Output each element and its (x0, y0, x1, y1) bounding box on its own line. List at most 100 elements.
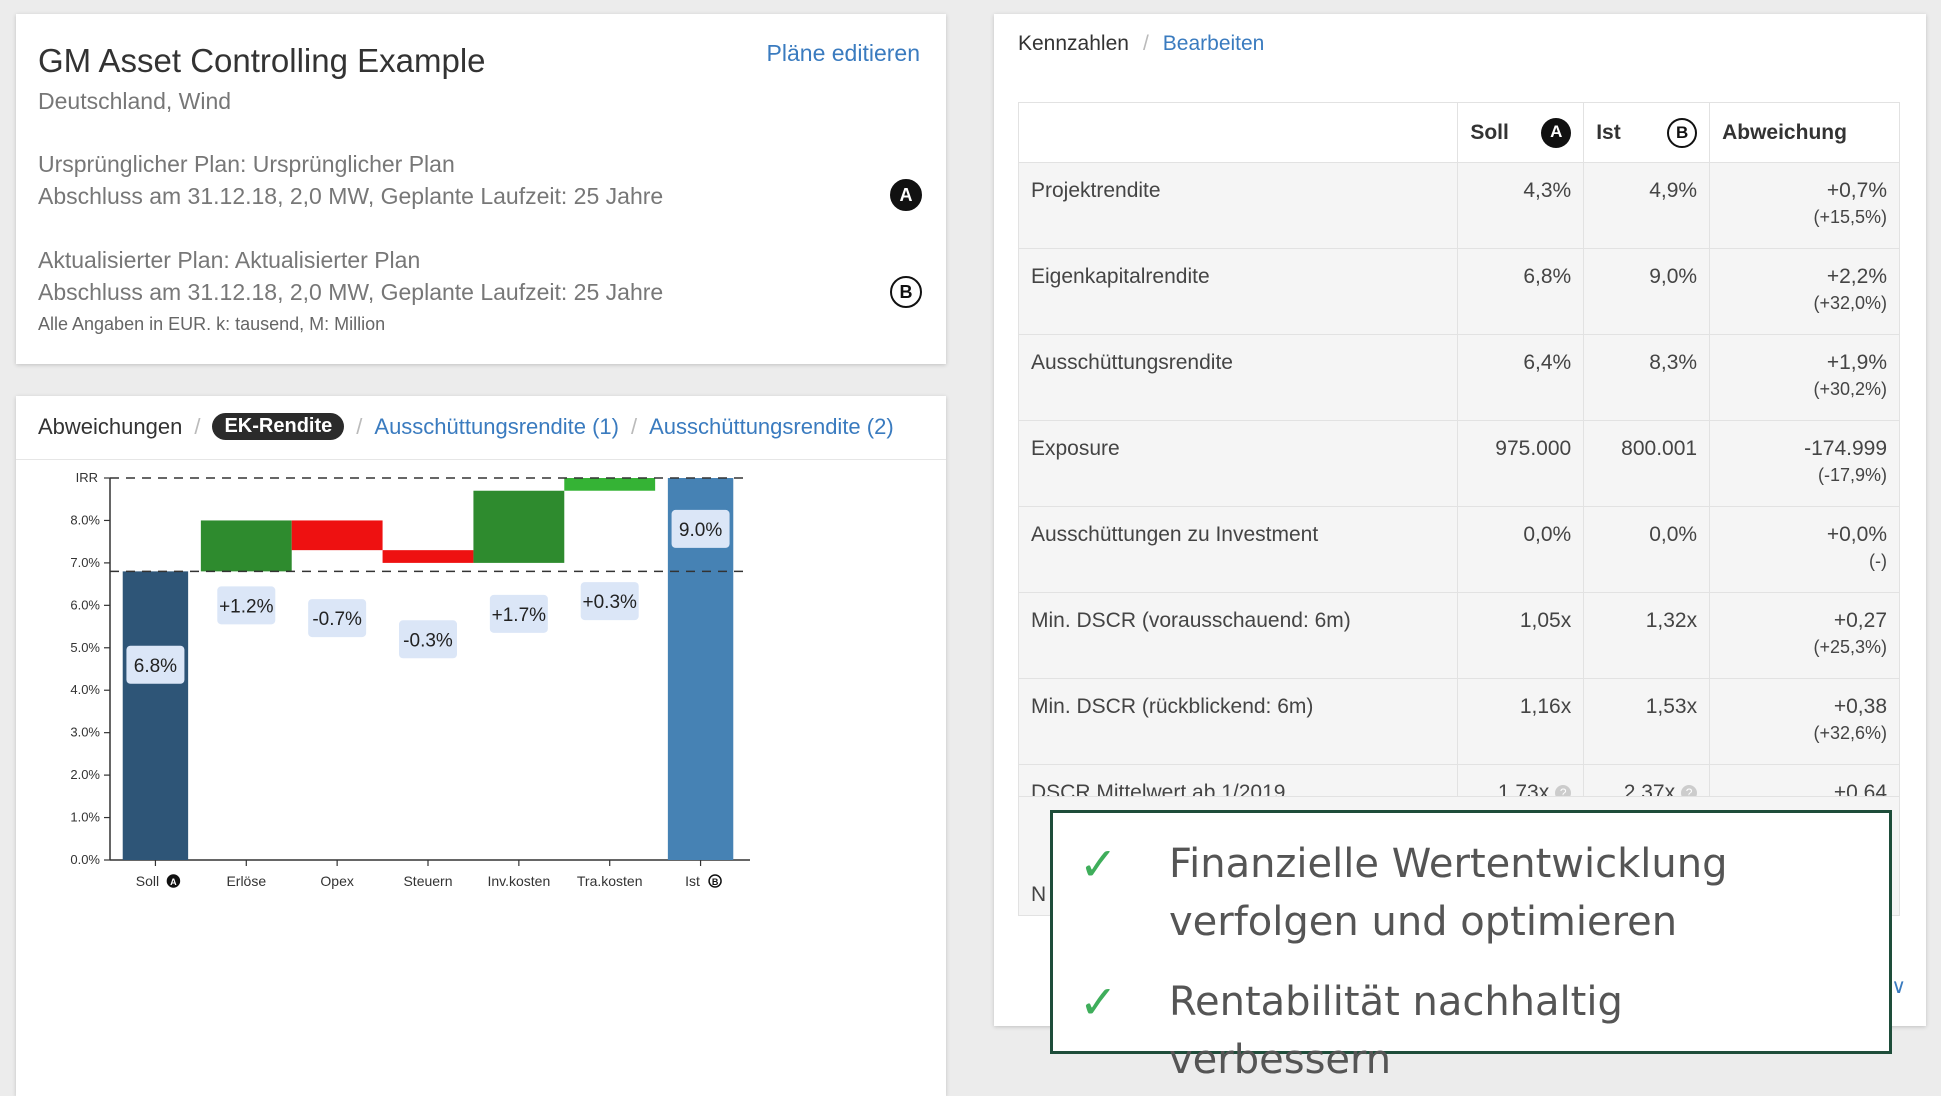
kpi-deviation: +0,0% (-) (1709, 506, 1900, 593)
x-tick-label: Inv.kosten (487, 873, 550, 889)
partial-row-label: N (1031, 883, 1047, 906)
waterfall-bar (473, 490, 565, 563)
plan-info-panel: GM Asset Controlling Example Deutschland… (16, 14, 946, 364)
data-label: +1.7% (492, 605, 547, 626)
waterfall-bar (200, 520, 292, 572)
chart-tabs: Abweichungen / EK-Rendite / Ausschüttung… (38, 413, 894, 440)
x-tick-label: Soll (136, 873, 159, 889)
x-tick-label: Tra.kosten (577, 873, 643, 889)
deviation-percent: (+30,2%) (1813, 379, 1887, 399)
waterfall-bar (382, 550, 474, 563)
tab-ausschuettungsrendite-1[interactable]: Ausschüttungsrendite (1) (374, 414, 619, 440)
kpi-ist: 1,53x (1583, 678, 1711, 765)
kpi-soll: 1,16x (1457, 678, 1585, 765)
header-soll-label: Soll (1470, 120, 1509, 144)
table-row: Min. DSCR (vorausschauend: 6m) 1,05x 1,3… (1017, 592, 1900, 679)
breadcrumb-label: Kennzahlen (1018, 32, 1129, 55)
header-soll: Soll A (1457, 102, 1585, 163)
page-title: GM Asset Controlling Example (38, 42, 486, 79)
kpi-name: Min. DSCR (rückblickend: 6m) (1017, 678, 1459, 765)
tab-separator: / (194, 413, 201, 439)
tab-separator: / (356, 413, 363, 439)
deviation-value: +0,7% (1826, 179, 1887, 202)
header-ist: Ist B (1583, 102, 1711, 163)
benefits-callout: ✓ Finanzielle Wertentwicklung verfolgen … (1050, 810, 1892, 1083)
benefit-item: ✓ Rentabilität nachhaltig verbessern (1079, 973, 1849, 1089)
deviation-percent: (+25,3%) (1813, 637, 1887, 657)
table-row: Ausschüttungsrendite 6,4% 8,3% +1,9% (+3… (1017, 334, 1900, 421)
kpi-deviation: +0,7% (+15,5%) (1709, 162, 1900, 249)
tab-ek-rendite[interactable]: EK-Rendite (212, 413, 345, 440)
y-tick-label: 7.0% (70, 555, 100, 570)
waterfall-bar (291, 520, 383, 551)
kpi-ist: 0,0% (1583, 506, 1711, 593)
data-label: +0.3% (583, 592, 638, 613)
benefit-text: Finanzielle Wertentwicklung verfolgen un… (1169, 841, 1728, 945)
table-row: Exposure 975.000 800.001 -174.999 (-17,9… (1017, 420, 1900, 507)
deviation-value: -174.999 (1804, 437, 1887, 460)
deviation-percent: (+32,0%) (1813, 293, 1887, 313)
kpi-name: Ausschüttungsrendite (1017, 334, 1459, 421)
header-badge-a: A (1541, 117, 1572, 148)
y-tick-label: 2.0% (70, 767, 100, 782)
y-tick-label: 8.0% (70, 512, 100, 527)
data-label: -0.7% (312, 609, 362, 630)
header-name (1017, 102, 1459, 163)
y-tick-label: 6.0% (70, 597, 100, 612)
plan-b-info: Aktualisierter Plan: Aktualisierter Plan… (38, 244, 663, 308)
kpi-ist: 8,3% (1583, 334, 1711, 421)
deviation-value: +0,27 (1833, 609, 1887, 632)
data-label: 9.0% (679, 520, 722, 541)
x-tick-label: Steuern (403, 873, 452, 889)
kpi-name: Min. DSCR (vorausschauend: 6m) (1017, 592, 1459, 679)
kpi-soll: 0,0% (1457, 506, 1585, 593)
kpi-ist: 9,0% (1583, 248, 1711, 335)
tabs-label: Abweichungen (38, 413, 183, 439)
waterfall-bar (122, 571, 189, 860)
page-subtitle: Deutschland, Wind (38, 88, 232, 114)
breadcrumb: Kennzahlen / Bearbeiten (1018, 32, 1264, 56)
y-tick-label: 5.0% (70, 640, 100, 655)
table-header-row: Soll A Ist B Abweichung (1017, 102, 1900, 163)
kpi-deviation: +2,2% (+32,0%) (1709, 248, 1900, 335)
kpi-ist: 1,32x (1583, 592, 1711, 679)
kpi-deviation: +0,38 (+32,6%) (1709, 678, 1900, 765)
kpi-deviation: +0,27 (+25,3%) (1709, 592, 1900, 679)
kpi-soll: 4,3% (1457, 162, 1585, 249)
deviation-value: +0,38 (1833, 695, 1887, 718)
deviation-value: +0,0% (1826, 523, 1887, 546)
tab-ausschuettungsrendite-2[interactable]: Ausschüttungsrendite (2) (649, 414, 894, 440)
chevron-down-icon[interactable]: ∨ (1891, 974, 1906, 999)
plan-b-details: Abschluss am 31.12.18, 2,0 MW, Geplante … (38, 279, 664, 305)
kpi-ist: 800.001 (1583, 420, 1711, 507)
edit-kpi-link[interactable]: Bearbeiten (1163, 32, 1265, 56)
y-tick-label: 0.0% (70, 852, 100, 867)
plan-a-badge: A (890, 179, 922, 211)
benefit-item: ✓ Finanzielle Wertentwicklung verfolgen … (1079, 835, 1849, 951)
data-label: -0.3% (403, 630, 453, 651)
kpi-soll: 6,8% (1457, 248, 1585, 335)
plan-a-name: Ursprünglicher Plan: Ursprünglicher Plan (38, 151, 455, 177)
waterfall-chart: 0.0% 1.0% 2.0% 3.0% 4.0% 5.0% 6.0% 7.0% 8.0% IRR 6… (70, 470, 750, 889)
plan-a-info: Ursprünglicher Plan: Ursprünglicher Plan… (38, 148, 663, 212)
deviation-percent: (-) (1869, 551, 1887, 571)
kpi-soll: 975.000 (1457, 420, 1585, 507)
kpi-name: Ausschüttungen zu Investment (1017, 506, 1459, 593)
x-tick-badge-label: B (712, 877, 719, 887)
y-tick-label: 3.0% (70, 725, 100, 740)
table-row: Min. DSCR (rückblickend: 6m) 1,16x 1,53x… (1017, 678, 1900, 765)
tab-separator: / (630, 413, 638, 439)
x-tick-label: Erlöse (226, 873, 266, 889)
kpi-ist: 4,9% (1583, 162, 1711, 249)
kpi-soll: 1,05x (1457, 592, 1585, 679)
deviation-percent: (+32,6%) (1813, 723, 1887, 743)
deviation-percent: (-17,9%) (1817, 465, 1887, 485)
deviation-value: +2,2% (1826, 265, 1887, 288)
checkmark-icon: ✓ (1079, 837, 1118, 891)
plan-a-details: Abschluss am 31.12.18, 2,0 MW, Geplante … (38, 183, 664, 209)
kpi-table: Soll A Ist B Abweichung Projektrendite 4… (1017, 102, 1900, 851)
header-ist-label: Ist (1596, 120, 1621, 144)
deviation-chart-panel: Abweichungen / EK-Rendite / Ausschüttung… (16, 396, 946, 1096)
checkmark-icon: ✓ (1079, 975, 1118, 1029)
edit-plans-link[interactable]: Pläne editieren (767, 40, 920, 67)
